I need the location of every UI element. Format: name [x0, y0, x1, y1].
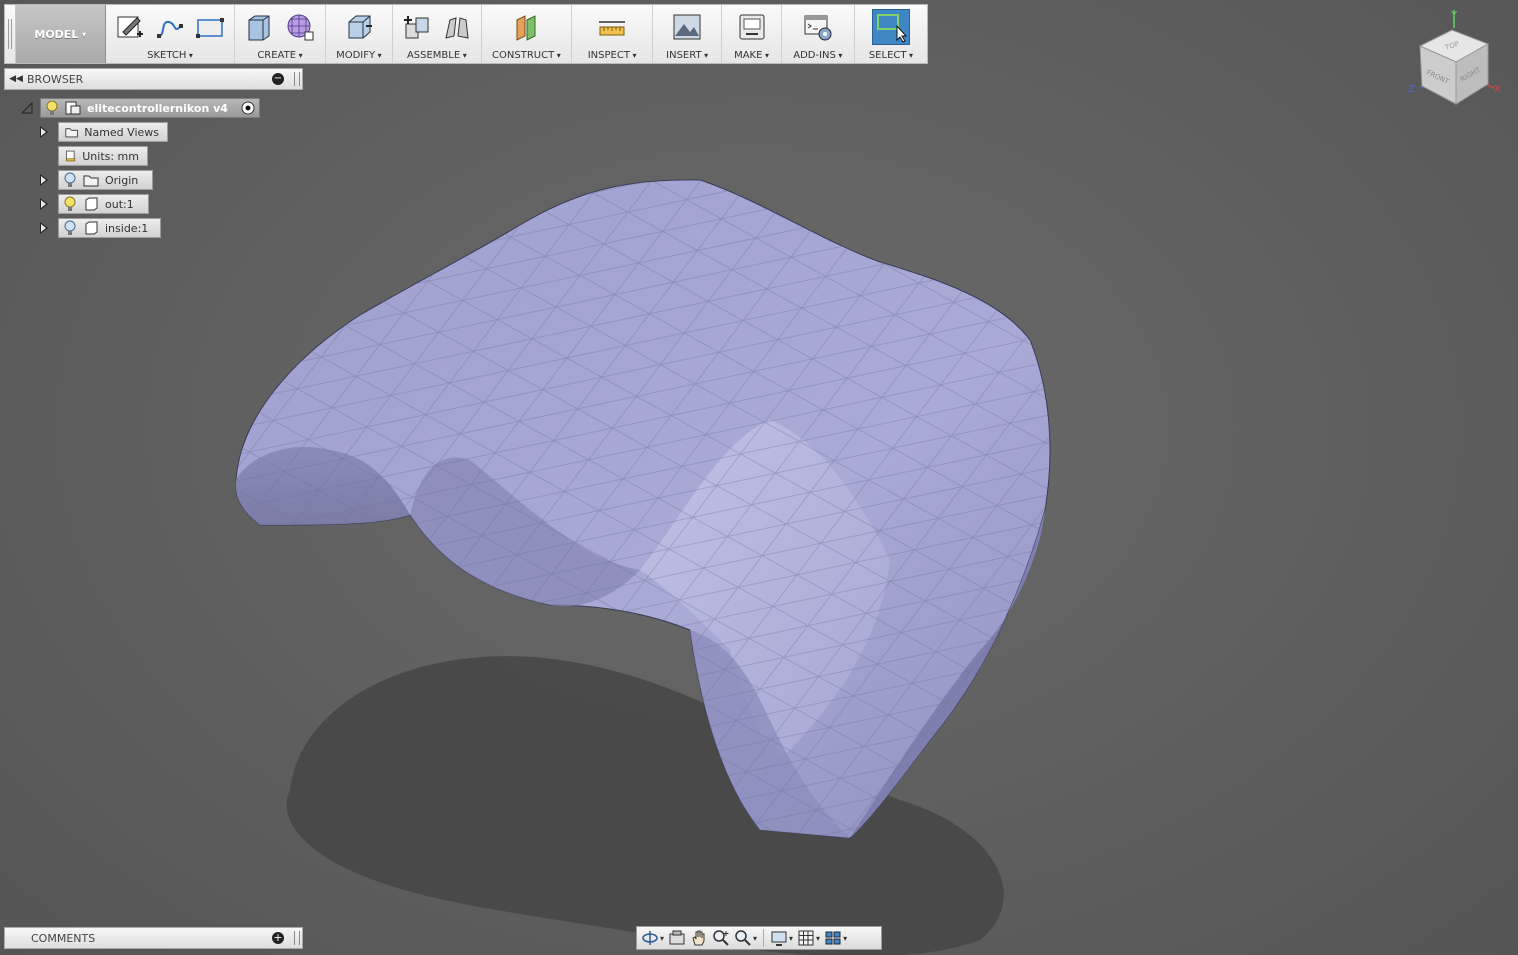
create-label: CREATE: [257, 50, 302, 61]
separator: [763, 929, 765, 947]
look-at-button[interactable]: [668, 929, 686, 947]
toolbar-grip[interactable]: [5, 5, 16, 63]
grid-settings-button[interactable]: ▾: [797, 929, 820, 947]
main-toolbar: MODEL ▾ SKETCH CREATE MODIFY ASSEMBLE: [4, 4, 928, 64]
visibility-bulb-off-icon[interactable]: [63, 220, 77, 236]
expand-inside-icon[interactable]: [40, 222, 48, 234]
browser-panel-header[interactable]: ◀◀ BROWSER −: [4, 68, 303, 90]
press-pull-icon[interactable]: [344, 12, 374, 42]
orbit-button[interactable]: ▾: [641, 929, 664, 947]
make-menu[interactable]: MAKE: [722, 5, 782, 63]
comments-panel-header[interactable]: COMMENTS +: [4, 927, 303, 949]
axis-x-label: X: [1494, 84, 1501, 95]
expand-named-views-icon[interactable]: [40, 126, 48, 138]
extrude-icon[interactable]: [245, 12, 275, 42]
modify-menu[interactable]: MODIFY: [326, 5, 394, 63]
workspace-label: MODEL: [34, 27, 79, 41]
measure-icon[interactable]: [597, 12, 627, 42]
add-comment-icon[interactable]: +: [272, 932, 284, 944]
insert-label: INSERT: [666, 50, 708, 61]
browser-title: BROWSER: [27, 72, 84, 86]
display-settings-icon: [771, 931, 787, 946]
sketch-label: SKETCH: [147, 50, 193, 61]
axis-y-label: Y: [1450, 10, 1458, 21]
insert-image-icon[interactable]: [672, 12, 702, 42]
add-ins-label: ADD-INS: [793, 50, 842, 61]
construct-label: CONSTRUCT: [492, 50, 561, 61]
zoom-icon: [713, 930, 729, 946]
inspect-label: INSPECT: [588, 50, 637, 61]
tree-item-label: Origin: [105, 173, 139, 187]
collapse-browser-icon[interactable]: ◀◀: [5, 74, 27, 84]
tree-root-document[interactable]: elitecontrollernikon v4: [40, 98, 260, 118]
document-name: elitecontrollernikon v4: [87, 101, 228, 115]
body-icon: [85, 221, 98, 235]
pan-hand-icon: [692, 930, 705, 946]
visibility-bulb-off-icon[interactable]: [63, 172, 77, 188]
activate-radio-icon[interactable]: [241, 101, 255, 115]
tree-item-label: out:1: [105, 197, 134, 211]
rectangle-icon[interactable]: [195, 12, 225, 42]
scripts-icon[interactable]: [803, 12, 833, 42]
inspect-menu[interactable]: INSPECT: [572, 5, 654, 63]
browser-collapse-icon[interactable]: −: [272, 73, 284, 85]
folder-icon: [65, 128, 78, 138]
make-label: MAKE: [734, 50, 769, 61]
units-icon: [66, 150, 76, 162]
zoom-button[interactable]: [712, 929, 730, 947]
3d-print-icon[interactable]: [737, 12, 767, 42]
document-icon: [65, 101, 81, 115]
viewports-button[interactable]: ▾: [824, 929, 847, 947]
visibility-bulb-icon[interactable]: [45, 100, 59, 116]
fit-icon: [735, 930, 751, 946]
tree-item-out[interactable]: out:1: [58, 194, 149, 214]
insert-menu[interactable]: INSERT: [653, 5, 723, 63]
select-icon[interactable]: [871, 9, 910, 45]
navigation-bar: ▾ ▾ ▾ ▾ ▾: [636, 926, 882, 950]
tree-item-inside[interactable]: inside:1: [58, 218, 161, 238]
select-menu[interactable]: SELECT: [855, 5, 927, 63]
spline-icon[interactable]: [155, 12, 185, 42]
tree-item-label: Named Views: [84, 125, 159, 139]
tree-item-units[interactable]: Units: mm: [58, 146, 148, 166]
assemble-label: ASSEMBLE: [407, 50, 467, 61]
body-icon: [85, 197, 98, 211]
expand-out-icon[interactable]: [40, 198, 48, 210]
comments-title: COMMENTS: [31, 931, 96, 945]
display-settings-button[interactable]: ▾: [770, 929, 793, 947]
tree-item-origin[interactable]: Origin: [58, 170, 153, 190]
select-label: SELECT: [869, 50, 913, 61]
add-ins-menu[interactable]: ADD-INS: [782, 5, 855, 63]
root-collapse-icon[interactable]: [20, 101, 34, 115]
form-icon[interactable]: [285, 12, 315, 42]
orbit-icon: [642, 931, 658, 945]
viewport-canvas[interactable]: [0, 0, 1518, 955]
look-at-icon: [669, 930, 685, 945]
expand-origin-icon[interactable]: [40, 174, 48, 186]
tree-item-label: Units: mm: [82, 149, 139, 163]
axis-z-label: Z: [1408, 84, 1415, 95]
joint-icon[interactable]: [442, 12, 472, 42]
visibility-bulb-icon[interactable]: [63, 196, 77, 212]
tree-item-named-views[interactable]: Named Views: [58, 122, 168, 142]
fit-button[interactable]: ▾: [734, 929, 757, 947]
folder-icon: [83, 175, 99, 187]
sketch-menu[interactable]: SKETCH: [106, 5, 236, 63]
construct-menu[interactable]: CONSTRUCT: [482, 5, 573, 63]
panel-resize-handle[interactable]: [294, 72, 300, 86]
tree-item-label: inside:1: [105, 221, 149, 235]
create-menu[interactable]: CREATE: [235, 5, 326, 63]
offset-plane-icon[interactable]: [511, 12, 541, 42]
pan-button[interactable]: [690, 929, 708, 947]
viewports-icon: [825, 931, 841, 945]
create-sketch-icon[interactable]: [115, 12, 145, 42]
assemble-menu[interactable]: ASSEMBLE: [393, 5, 482, 63]
viewcube[interactable]: Y Z X TOP FRONT RIGHT: [1400, 8, 1510, 108]
new-component-icon[interactable]: [402, 12, 432, 42]
modify-label: MODIFY: [336, 50, 382, 61]
panel-resize-handle[interactable]: [294, 931, 300, 945]
grid-icon: [798, 930, 814, 946]
workspace-switcher[interactable]: MODEL ▾: [15, 5, 106, 63]
